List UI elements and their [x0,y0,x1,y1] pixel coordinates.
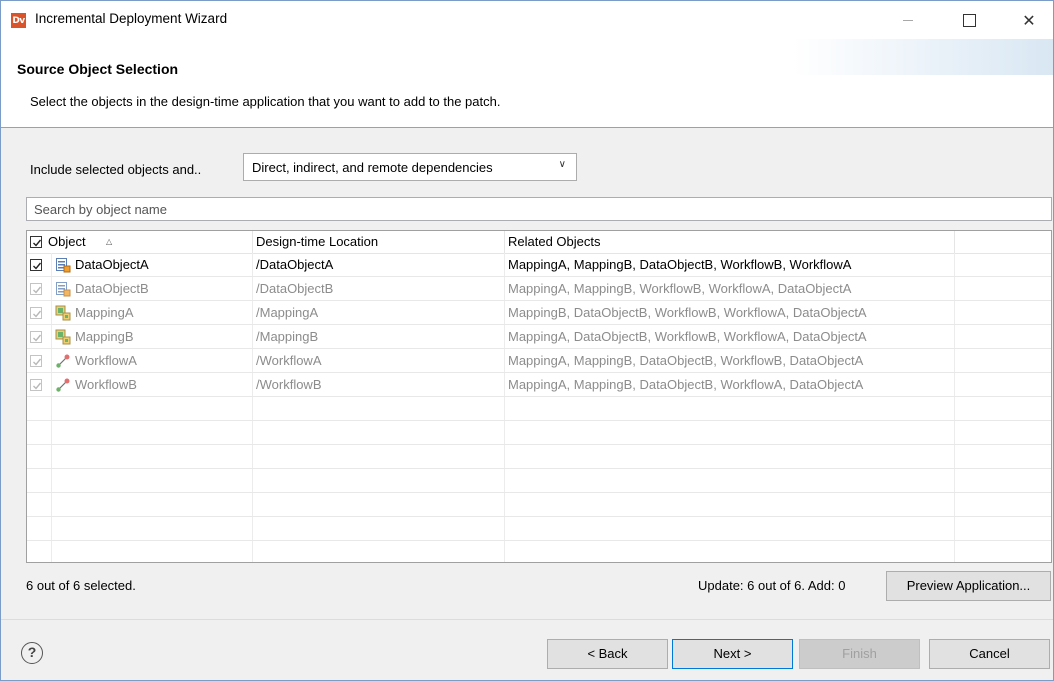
workflow-icon [55,377,71,393]
row-checkbox [30,283,42,295]
data-object-icon [55,257,71,273]
table-row[interactable]: WorkflowA/WorkflowA MappingA, MappingB, D… [27,349,1051,373]
dependency-dropdown-value: Direct, indirect, and remote dependencie… [252,160,493,175]
row-checkbox [30,379,42,391]
mapping-icon [55,305,71,321]
empty-table-row [27,445,1051,469]
design-time-location: /DataObjectA [256,257,334,272]
page-title: Source Object Selection [17,61,179,77]
select-all-checkbox[interactable] [30,236,42,248]
column-header-filler [955,231,1051,253]
column-header-object[interactable]: Object △ [27,231,253,253]
design-time-location: /MappingB [256,329,319,344]
column-label-object: Object [48,234,86,249]
empty-table-row [27,421,1051,445]
object-table: Object △ Design-time Location Related Ob… [26,230,1052,563]
design-time-location: /WorkflowA [256,353,322,368]
maximize-button[interactable] [946,1,992,39]
update-summary: Update: 6 out of 6. Add: 0 [698,578,846,593]
object-name: DataObjectA [75,257,149,272]
object-name: WorkflowB [75,377,137,392]
row-checkbox [30,331,42,343]
empty-table-row [27,541,1051,562]
help-button[interactable]: ? [21,642,43,664]
sort-ascending-icon: △ [106,237,113,246]
help-icon: ? [27,644,37,660]
object-name: DataObjectB [75,281,149,296]
window-title: Incremental Deployment Wizard [35,11,228,26]
app-icon: Dv [11,13,26,28]
table-row[interactable]: MappingA/MappingA MappingB, DataObjectB, … [27,301,1051,325]
minimize-icon [903,19,913,21]
empty-table-row [27,469,1051,493]
empty-table-row [27,493,1051,517]
dependency-dropdown[interactable]: Direct, indirect, and remote dependencie… [243,153,577,181]
search-input[interactable] [26,197,1052,221]
object-name: MappingB [75,329,134,344]
column-header-related[interactable]: Related Objects [505,231,955,253]
selection-count: 6 out of 6 selected. [26,578,136,593]
related-objects: MappingA, MappingB, WorkflowB, WorkflowA… [508,281,852,296]
title-bar[interactable]: Dv Incremental Deployment Wizard ✕ [1,1,1053,39]
table-header: Object △ Design-time Location Related Ob… [27,231,1051,254]
maximize-icon [962,13,976,27]
finish-button: Finish [799,639,920,669]
row-checkbox[interactable] [30,259,42,271]
close-button[interactable]: ✕ [1006,1,1052,39]
object-name: WorkflowA [75,353,137,368]
minimize-button[interactable] [885,1,931,39]
page-description: Select the objects in the design-time ap… [30,94,501,109]
back-button[interactable]: < Back [547,639,668,669]
object-name: MappingA [75,305,134,320]
design-time-location: /DataObjectB [256,281,334,296]
related-objects: MappingA, MappingB, DataObjectB, Workflo… [508,353,864,368]
table-row[interactable]: DataObjectB/DataObjectB MappingA, Mapping… [27,277,1051,301]
cancel-button[interactable]: Cancel [929,639,1050,669]
include-label: Include selected objects and.. [30,162,202,177]
next-button[interactable]: Next > [672,639,793,669]
design-time-location: /WorkflowB [256,377,322,392]
footer-divider [1,619,1053,620]
related-objects: MappingA, DataObjectB, WorkflowB, Workfl… [508,329,867,344]
related-objects: MappingB, DataObjectB, WorkflowB, Workfl… [508,305,867,320]
table-row[interactable]: MappingB/MappingB MappingA, DataObjectB, … [27,325,1051,349]
wizard-window: Dv Incremental Deployment Wizard ✕ Sourc… [0,0,1054,681]
empty-table-row [27,397,1051,421]
mapping-icon [55,329,71,345]
close-icon: ✕ [1022,10,1036,30]
chevron-down-icon: ∨ [558,159,566,170]
column-header-location[interactable]: Design-time Location [253,231,505,253]
workflow-icon [55,353,71,369]
header-banner-gradient [793,39,1053,75]
row-checkbox [30,355,42,367]
preview-application-button[interactable]: Preview Application... [886,571,1051,601]
empty-table-row [27,517,1051,541]
wizard-header: Source Object Selection Select the objec… [1,39,1053,128]
row-checkbox [30,307,42,319]
design-time-location: /MappingA [256,305,319,320]
table-row[interactable]: DataObjectA/DataObjectA MappingA, Mapping… [27,253,1051,277]
table-row[interactable]: WorkflowB/WorkflowB MappingA, MappingB, D… [27,373,1051,397]
related-objects: MappingA, MappingB, DataObjectB, Workflo… [508,257,852,272]
data-object-icon [55,281,71,297]
related-objects: MappingA, MappingB, DataObjectB, Workflo… [508,377,864,392]
